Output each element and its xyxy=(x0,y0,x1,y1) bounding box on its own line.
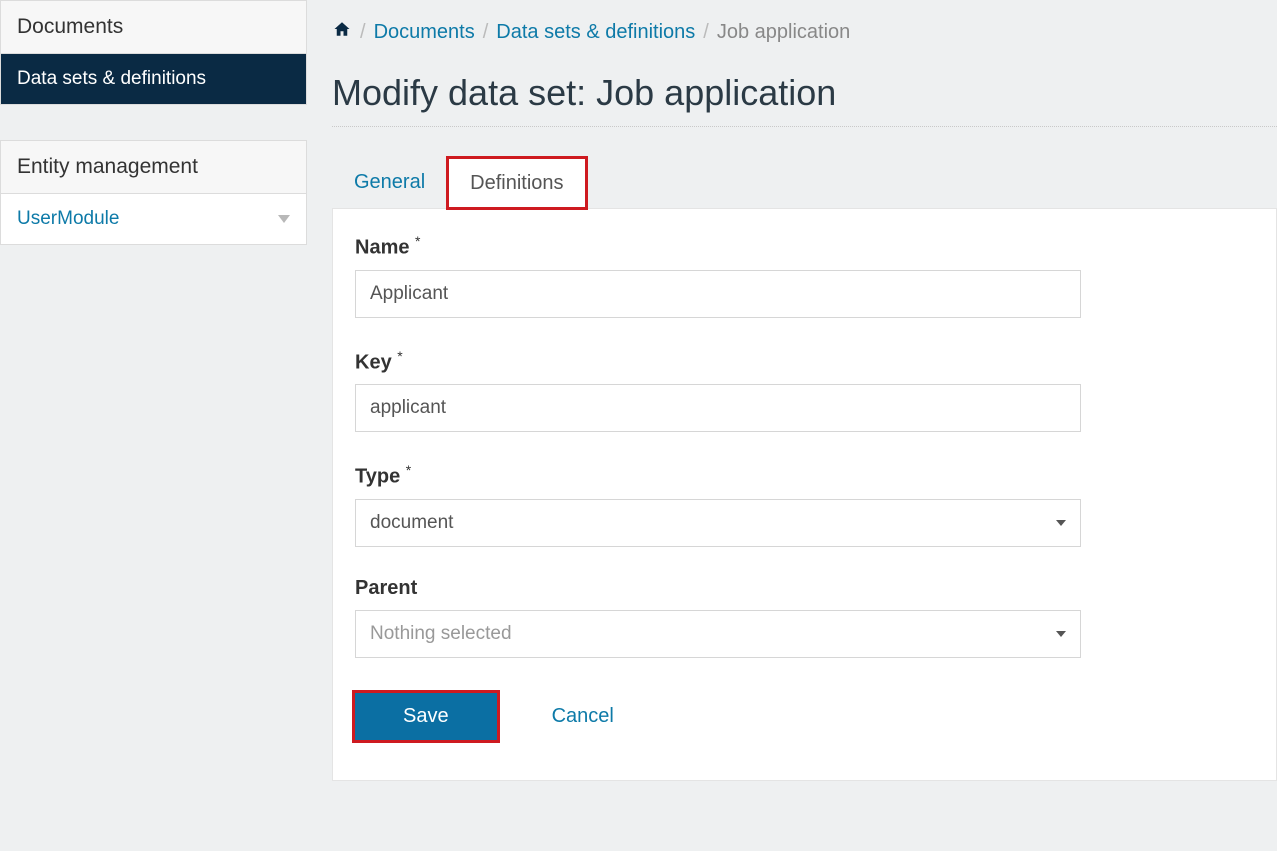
type-select[interactable]: document xyxy=(355,499,1081,547)
main-content: / Documents / Data sets & definitions / … xyxy=(307,0,1277,851)
breadcrumb-separator: / xyxy=(703,21,709,44)
tab-body: Name * Key * Type * document Par xyxy=(332,208,1277,781)
parent-label: Parent xyxy=(355,577,1254,600)
sidebar-item-label: Data sets & definitions xyxy=(17,68,206,90)
key-label: Key * xyxy=(355,348,1254,375)
breadcrumb-separator: / xyxy=(483,21,489,44)
breadcrumb-current: Job application xyxy=(717,21,850,44)
sidebar-header-documents: Documents xyxy=(1,1,306,54)
caret-down-icon xyxy=(1056,520,1066,526)
breadcrumb-datasets[interactable]: Data sets & definitions xyxy=(496,21,695,44)
parent-select-value: Nothing selected xyxy=(370,623,512,645)
tab-definitions[interactable]: Definitions xyxy=(447,157,586,209)
divider xyxy=(332,126,1277,127)
actions: Save Cancel xyxy=(355,693,1254,740)
name-label: Name * xyxy=(355,233,1254,260)
key-input[interactable] xyxy=(355,384,1081,432)
type-select-value: document xyxy=(370,512,453,534)
sidebar-panel-entity: Entity management UserModule xyxy=(0,140,307,245)
required-mark: * xyxy=(415,233,420,249)
sidebar-item-datasets[interactable]: Data sets & definitions xyxy=(1,54,306,104)
breadcrumb: / Documents / Data sets & definitions / … xyxy=(332,0,1277,54)
required-mark: * xyxy=(406,462,411,478)
sidebar-panel-documents: Documents Data sets & definitions xyxy=(0,0,307,105)
chevron-down-icon xyxy=(278,215,290,223)
cancel-button[interactable]: Cancel xyxy=(552,705,614,728)
tab-general[interactable]: General xyxy=(332,157,447,209)
home-icon[interactable] xyxy=(332,20,352,44)
type-label: Type * xyxy=(355,462,1254,489)
sidebar-header-entity: Entity management xyxy=(1,141,306,194)
tabs: General Definitions xyxy=(332,157,1277,209)
breadcrumb-separator: / xyxy=(360,21,366,44)
form-group-name: Name * xyxy=(355,233,1254,318)
breadcrumb-documents[interactable]: Documents xyxy=(374,21,475,44)
form-group-parent: Parent Nothing selected xyxy=(355,577,1254,658)
form-group-key: Key * xyxy=(355,348,1254,433)
form-group-type: Type * document xyxy=(355,462,1254,547)
parent-select[interactable]: Nothing selected xyxy=(355,610,1081,658)
page-title: Modify data set: Job application xyxy=(332,72,1277,114)
name-input[interactable] xyxy=(355,270,1081,318)
sidebar-item-label: UserModule xyxy=(17,208,119,230)
sidebar: Documents Data sets & definitions Entity… xyxy=(0,0,307,851)
sidebar-item-usermodule[interactable]: UserModule xyxy=(1,194,306,244)
caret-down-icon xyxy=(1056,631,1066,637)
save-button[interactable]: Save xyxy=(355,693,497,740)
required-mark: * xyxy=(397,348,402,364)
